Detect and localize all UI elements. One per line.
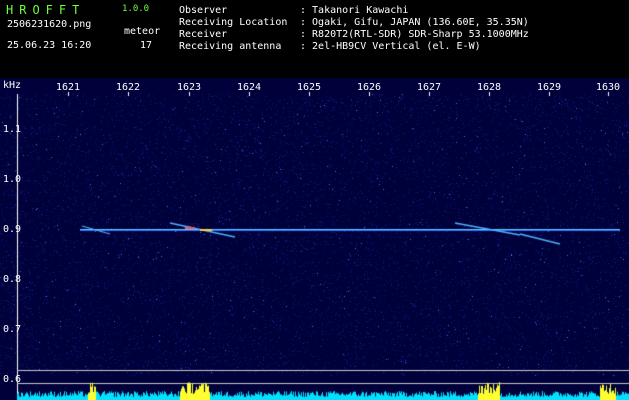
location-value: : Ogaki, Gifu, JAPAN (136.60E, 35.35N) bbox=[300, 17, 529, 28]
x-tick: 1623 bbox=[176, 82, 202, 93]
x-tick: 1626 bbox=[356, 82, 382, 93]
spectrogram-canvas bbox=[0, 78, 629, 400]
app-logo: HROFFT bbox=[6, 3, 86, 17]
observer-value: : Takanori Kawachi bbox=[300, 5, 409, 16]
x-tick: 1630 bbox=[595, 82, 621, 93]
meteor-count: 17 bbox=[140, 40, 153, 51]
y-tick: 0.6 bbox=[3, 374, 22, 385]
y-axis-unit: kHz bbox=[3, 80, 22, 91]
y-tick: 1.1 bbox=[3, 124, 22, 135]
y-tick: 0.9 bbox=[3, 224, 22, 235]
receiver-value: : R820T2(RTL-SDR) SDR-Sharp 53.1000MHz bbox=[300, 29, 529, 40]
timestamp: 25.06.23 16:20 bbox=[7, 40, 92, 51]
antenna-label: Receiving antenna bbox=[179, 41, 282, 52]
x-tick: 1621 bbox=[55, 82, 81, 93]
meteor-label: meteor bbox=[124, 26, 161, 37]
y-tick: 0.8 bbox=[3, 274, 22, 285]
x-tick: 1628 bbox=[476, 82, 502, 93]
location-label: Receiving Location bbox=[179, 17, 288, 28]
y-tick: 0.7 bbox=[3, 324, 22, 335]
x-tick: 1627 bbox=[416, 82, 442, 93]
app-version: 1.0.0 bbox=[122, 4, 150, 14]
receiver-label: Receiver bbox=[179, 29, 228, 40]
antenna-value: : 2el-HB9CV Vertical (el. E-W) bbox=[300, 41, 481, 52]
file-name: 2506231620.png bbox=[7, 19, 92, 30]
y-tick: 1.0 bbox=[3, 174, 22, 185]
observer-label: Observer bbox=[179, 5, 228, 16]
header-panel: HROFFT 1.0.0 2506231620.png 25.06.23 16:… bbox=[0, 0, 629, 78]
x-tick: 1624 bbox=[236, 82, 262, 93]
x-tick: 1622 bbox=[115, 82, 141, 93]
x-tick: 1629 bbox=[536, 82, 562, 93]
x-tick: 1625 bbox=[296, 82, 322, 93]
